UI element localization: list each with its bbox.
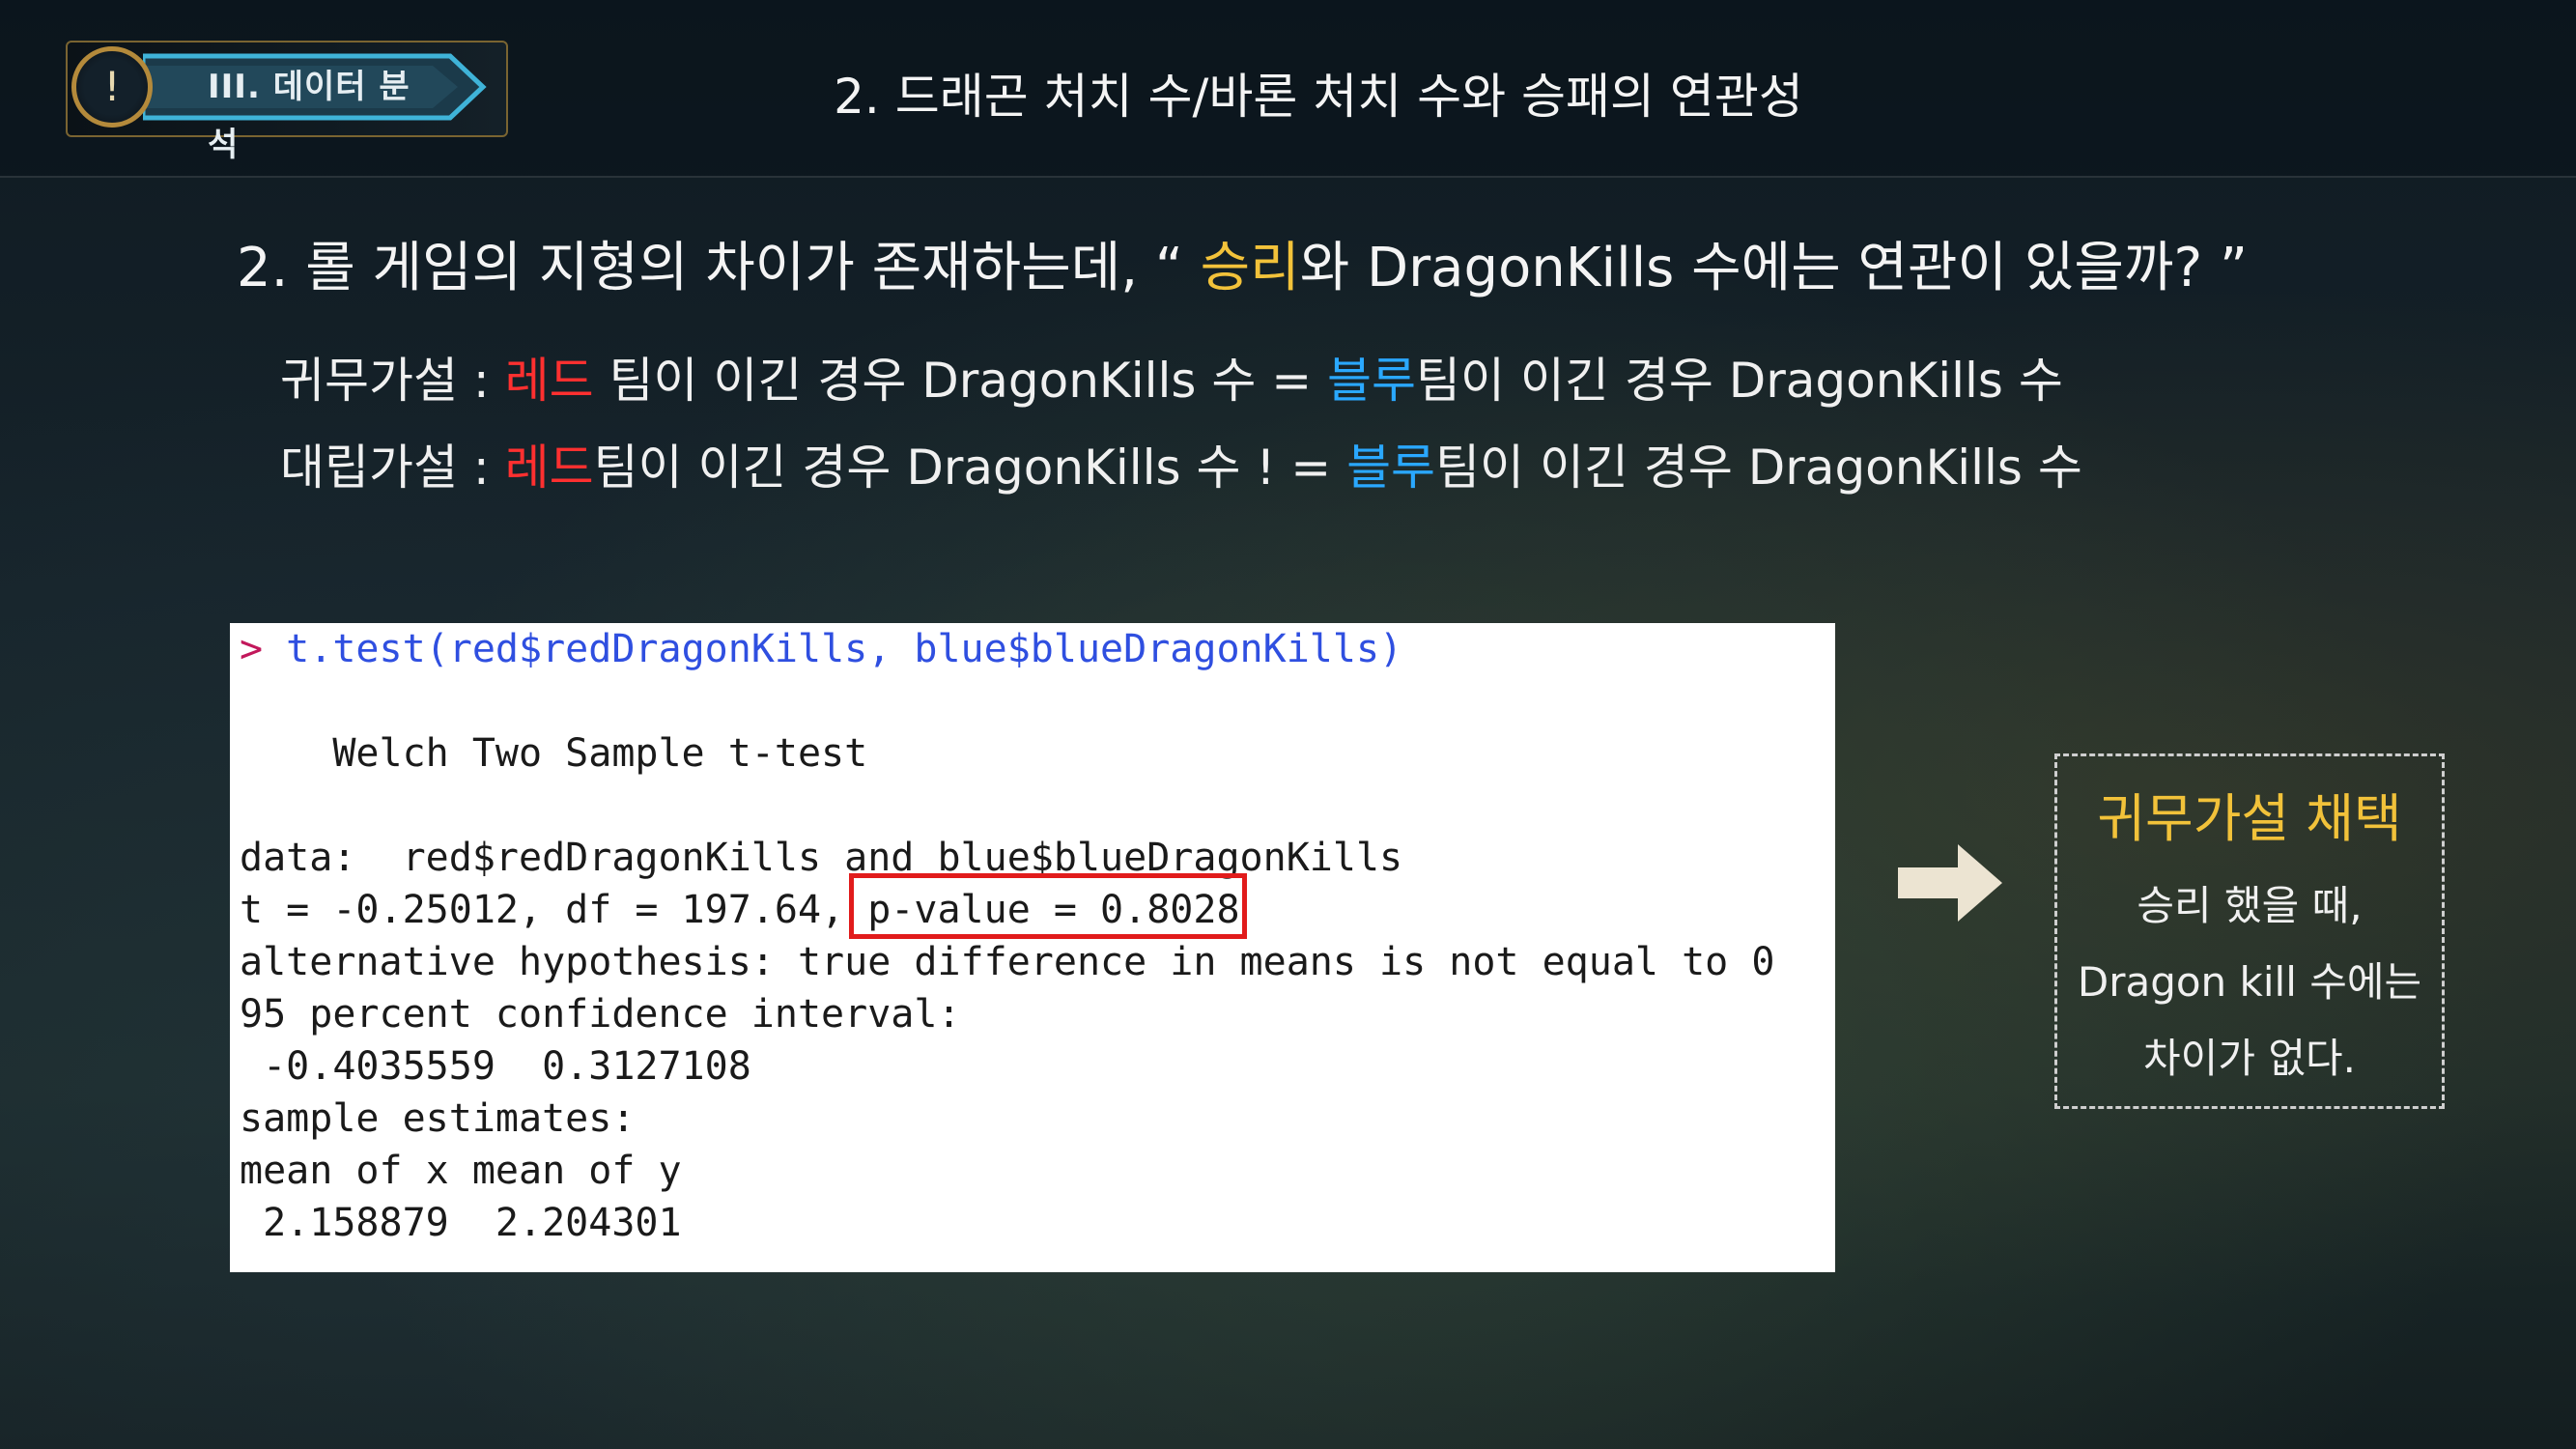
research-question: 2. 롤 게임의 지형의 차이가 존재하는데, “ 승리와 DragonKill… xyxy=(237,230,2458,307)
header-bar: ! III. 데이터 분석 2. 드래곤 처치 수/바론 처치 수와 승패의 연… xyxy=(0,0,2576,178)
null-blue-team: 블루 xyxy=(1327,353,1417,409)
right-arrow-icon xyxy=(1898,844,2002,922)
section-label: III. 데이터 분석 xyxy=(208,68,410,164)
p-value-highlight-box xyxy=(849,873,1247,939)
null-red-team: 레드 xyxy=(504,353,594,409)
alt-blue-team: 블루 xyxy=(1346,440,1436,496)
conclusion-line-3: 차이가 없다. xyxy=(2143,1035,2356,1082)
console-line: 95 percent confidence interval: xyxy=(240,992,961,1037)
question-prefix: 2. 롤 게임의 지형의 차이가 존재하는데, “ xyxy=(237,237,1201,299)
null-part1: 팀이 이긴 경우 DragonKills 수 = xyxy=(593,353,1328,409)
r-console-output: > t.test(red$redDragonKills, blue$blueDr… xyxy=(230,623,1835,1272)
conclusion-line-2: Dragon kill 수에는 xyxy=(2077,958,2422,1006)
question-suffix: 와 DragonKills 수에는 연관이 있을까? ” xyxy=(1299,237,2248,299)
console-line: sample estimates: xyxy=(240,1096,636,1141)
console-prompt: > xyxy=(240,627,264,671)
alternative-hypothesis: 대립가설 : 레드팀이 이긴 경우 DragonKills 수 ! = 블루팀이… xyxy=(280,434,2308,501)
console-line: mean of x mean of y xyxy=(240,1149,682,1193)
null-hypothesis-label: 귀무가설 : xyxy=(280,353,505,409)
console-command-line: > t.test(red$redDragonKills, blue$blueDr… xyxy=(240,623,1824,675)
null-hypothesis: 귀무가설 : 레드 팀이 이긴 경우 DragonKills 수 = 블루팀이 … xyxy=(280,347,2308,414)
conclusion-title: 귀무가설 채택 xyxy=(2097,788,2402,849)
page-title: 2. 드래곤 처치 수/바론 처치 수와 승패의 연관성 xyxy=(834,69,1803,125)
console-line: Welch Two Sample t-test xyxy=(240,731,868,776)
exclamation-icon: ! xyxy=(71,46,153,128)
null-part2: 팀이 이긴 경우 DragonKills 수 xyxy=(1416,353,2063,409)
console-command: t.test(red$redDragonKills, blue$blueDrag… xyxy=(263,627,1403,671)
alt-part2: 팀이 이긴 경우 DragonKills 수 xyxy=(1435,440,2082,496)
alt-hypothesis-label: 대립가설 : xyxy=(280,440,505,496)
alt-red-team: 레드 xyxy=(504,440,594,496)
question-highlight: 승리 xyxy=(1200,237,1300,299)
console-line: -0.4035559 0.3127108 xyxy=(240,1044,751,1089)
conclusion-box: 귀무가설 채택 승리 했을 때, Dragon kill 수에는 차이가 없다. xyxy=(2054,753,2445,1109)
alt-part1: 팀이 이긴 경우 DragonKills 수 ! = xyxy=(593,440,1347,496)
console-line: alternative hypothesis: true difference … xyxy=(240,940,1775,984)
console-line: 2.158879 2.204301 xyxy=(240,1201,682,1245)
conclusion-line-1: 승리 했을 때, xyxy=(2137,882,2363,929)
